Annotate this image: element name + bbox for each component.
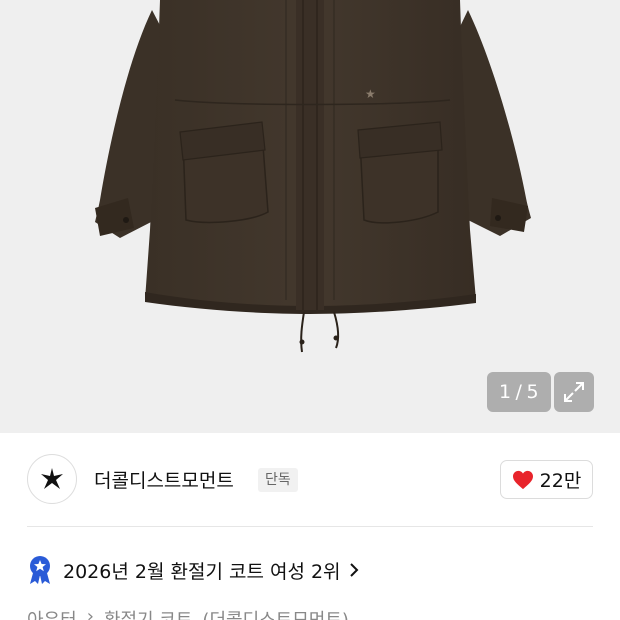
section-divider (27, 526, 593, 527)
like-count: 22만 (539, 470, 582, 492)
expand-icon (564, 382, 584, 402)
fullscreen-button[interactable] (554, 372, 594, 412)
total-pages: 5 (526, 381, 540, 403)
brand-star-icon (41, 468, 63, 489)
product-page: ★ 1 / 5 더콜디스트모먼트 단독 22만 2026년 2월 환절기 코트 … (0, 0, 620, 620)
breadcrumb: 아우터 › 환절기 코트 (더콜디스트모먼트) (27, 606, 349, 620)
chevron-right-icon (349, 563, 358, 577)
current-page: 1 (498, 381, 512, 403)
heart-icon (512, 470, 533, 489)
breadcrumb-item-outer[interactable]: 아우터 (27, 606, 77, 620)
like-button[interactable]: 22만 (500, 460, 593, 499)
brand-name[interactable]: 더콜디스트모먼트 (94, 466, 234, 493)
breadcrumb-separator: › (86, 606, 94, 620)
ranking-badge-icon (30, 556, 50, 584)
brand-logo[interactable] (27, 454, 77, 504)
ranking-text: 2026년 2월 환절기 코트 여성 2위 (63, 560, 341, 583)
jacket-product-image: ★ (95, 0, 531, 353)
product-image-gallery[interactable]: ★ 1 / 5 (0, 0, 620, 433)
image-page-counter: 1 / 5 (487, 372, 551, 412)
ranking-link[interactable]: 2026년 2월 환절기 코트 여성 2위 (27, 553, 359, 587)
exclusive-badge: 단독 (258, 468, 298, 492)
page-separator: / (515, 381, 523, 403)
svg-text:★: ★ (365, 87, 376, 101)
breadcrumb-item-brand[interactable]: (더콜디스트모먼트) (202, 606, 349, 620)
breadcrumb-item-coat[interactable]: 환절기 코트 (104, 606, 193, 620)
brand-row: 더콜디스트모먼트 단독 22만 (0, 433, 620, 526)
